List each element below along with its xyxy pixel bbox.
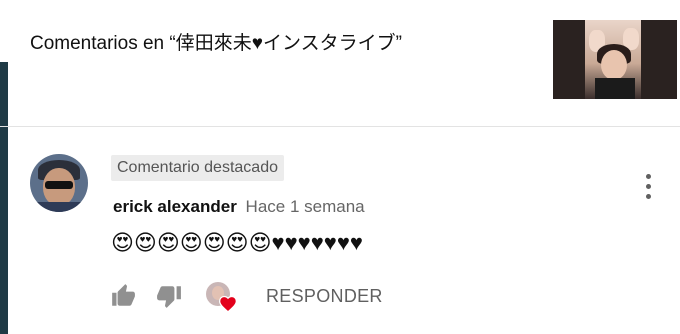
thumbnail-body (595, 78, 635, 99)
video-thumbnail[interactable] (553, 20, 677, 99)
comment-meta: erick alexander Hace 1 semana (113, 197, 365, 217)
comment-actions: RESPONDER (110, 282, 430, 313)
pinned-badge: Comentario destacado (111, 155, 284, 181)
thumbs-up-icon[interactable] (110, 282, 136, 310)
thumbs-down-icon[interactable] (156, 282, 182, 310)
author-name[interactable]: erick alexander (113, 197, 237, 216)
creator-heart-icon[interactable] (206, 282, 240, 316)
heart-icon (219, 295, 237, 313)
comments-title: Comentarios en “倖田來未♥インスタライブ” (30, 33, 402, 54)
menu-dot (646, 174, 651, 179)
comment-text: 😍😍😍😍😍😍😍♥♥♥♥♥♥♥ (111, 230, 363, 255)
menu-dot (646, 194, 651, 199)
more-vert-icon[interactable] (638, 172, 660, 202)
comment-time[interactable]: Hace 1 semana (246, 197, 365, 216)
reply-button[interactable]: RESPONDER (266, 286, 383, 307)
avatar-shirt (30, 202, 88, 212)
author-avatar[interactable] (30, 154, 88, 212)
avatar-glasses (45, 181, 73, 189)
thumbnail-face (601, 50, 627, 80)
menu-dot (646, 184, 651, 189)
comments-header: Comentarios en “倖田來未♥インスタライブ” (0, 0, 680, 127)
